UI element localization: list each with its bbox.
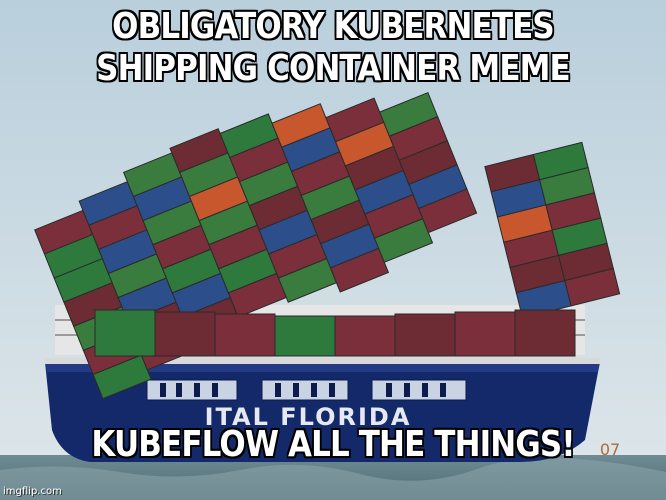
top-caption-line-2: SHIPPING CONTAINER MEME: [96, 48, 571, 89]
container-base: [94, 309, 576, 357]
bottom-caption: KUBEFLOW ALL THE THINGS!: [91, 424, 575, 465]
top-caption: OBLIGATORY KUBERNETES SHIPPING CONTAINER…: [47, 6, 620, 90]
top-caption-line-1: OBLIGATORY KUBERNETES: [112, 6, 555, 47]
meme-image: ITAL FLORIDA 07 OBLIGATORY KUBERNETES SH…: [0, 0, 666, 500]
watermark: imgflip.com: [3, 486, 62, 497]
